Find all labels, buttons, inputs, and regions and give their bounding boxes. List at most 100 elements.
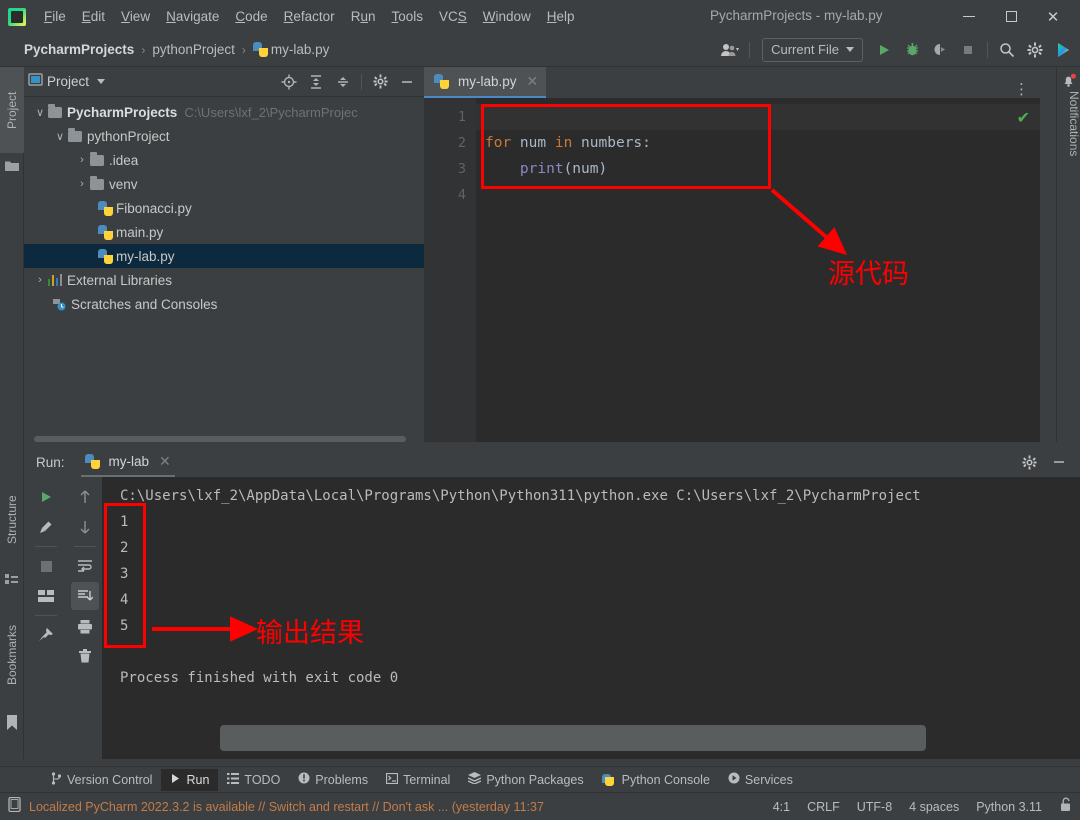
close-button[interactable]: ✕: [1032, 0, 1074, 33]
minimize-button[interactable]: [948, 0, 990, 33]
chevron-collapsed-icon[interactable]: ›: [32, 274, 48, 286]
close-icon[interactable]: ✕: [159, 453, 171, 470]
menu-vcs[interactable]: VCS: [431, 6, 475, 27]
collapse-all-icon[interactable]: [330, 69, 356, 95]
file-encoding[interactable]: UTF-8: [857, 800, 892, 814]
collaborate-icon[interactable]: [717, 37, 743, 63]
indent-setting[interactable]: 4 spaces: [909, 800, 959, 814]
tool-button-version-control[interactable]: Version Control: [42, 769, 161, 791]
settings-icon[interactable]: [1022, 37, 1048, 63]
code-text[interactable]: numbers = [1, 2, 3, 4, 5] for num in num…: [476, 98, 1040, 442]
chevron-collapsed-icon[interactable]: ›: [74, 178, 90, 190]
tool-button-todo[interactable]: TODO: [218, 769, 289, 791]
pin-icon[interactable]: [32, 621, 60, 649]
menu-edit[interactable]: Edit: [74, 6, 113, 27]
tree-row[interactable]: ∨ pythonProject: [24, 124, 424, 148]
tree-item-path: C:\Users\lxf_2\PycharmProjec: [184, 104, 358, 120]
tree-row[interactable]: › .idea: [24, 148, 424, 172]
tool-button-python-console[interactable]: Python Console: [593, 769, 719, 791]
sidebar-item-project[interactable]: Project: [0, 67, 24, 153]
breadcrumb-project[interactable]: PycharmProjects: [22, 42, 136, 57]
tree-row[interactable]: ∨ PycharmProjects C:\Users\lxf_2\Pycharm…: [24, 100, 424, 124]
code-editor[interactable]: 1 2 3 4 numbers = [1, 2, 3, 4, 5] for nu…: [424, 98, 1040, 442]
chevron-expanded-icon[interactable]: ∨: [52, 130, 68, 143]
stop-icon[interactable]: [32, 552, 60, 580]
tree-row[interactable]: › venv: [24, 172, 424, 196]
run-icon: [170, 773, 181, 787]
run-panel-label: Run:: [36, 454, 65, 470]
debug-icon[interactable]: [899, 37, 925, 63]
menu-run[interactable]: Run: [343, 6, 384, 27]
tool-button-terminal[interactable]: Terminal: [377, 769, 459, 791]
layout-icon[interactable]: [32, 582, 60, 610]
menu-refactor[interactable]: Refactor: [276, 6, 343, 27]
chevron-collapsed-icon[interactable]: ›: [74, 154, 90, 166]
editor-tab-my-lab[interactable]: my-lab.py ✕: [424, 67, 547, 98]
coverage-icon[interactable]: [927, 37, 953, 63]
python-interpreter[interactable]: Python 3.11: [976, 800, 1042, 814]
chevron-down-icon[interactable]: [97, 79, 106, 84]
breadcrumb-file[interactable]: my-lab.py: [251, 42, 332, 57]
run-configuration-selector[interactable]: Current File: [762, 37, 863, 62]
caret-position[interactable]: 4:1: [773, 800, 790, 814]
tool-button-python-packages[interactable]: Python Packages: [459, 769, 592, 791]
expand-all-icon[interactable]: [303, 69, 329, 95]
window-title: PycharmProjects - my-lab.py: [710, 8, 883, 23]
sidebar-item-bookmarks[interactable]: Bookmarks: [0, 601, 24, 709]
tree-row-selected[interactable]: my-lab.py: [24, 244, 424, 268]
clear-all-icon[interactable]: [71, 642, 99, 670]
unlocked-icon[interactable]: [1059, 797, 1072, 817]
tree-row[interactable]: Scratches and Consoles: [24, 292, 424, 316]
editor-horizontal-scrollbar[interactable]: [34, 436, 406, 442]
close-icon[interactable]: ✕: [527, 73, 539, 90]
tool-button-run[interactable]: Run: [161, 768, 219, 791]
tool-button-services[interactable]: Services: [719, 769, 802, 791]
tree-item-label: pythonProject: [87, 128, 170, 144]
rerun-icon[interactable]: [32, 483, 60, 511]
tree-row[interactable]: › External Libraries: [24, 268, 424, 292]
console-horizontal-scrollbar[interactable]: [220, 725, 926, 751]
tree-row[interactable]: main.py: [24, 220, 424, 244]
scroll-to-end-icon[interactable]: [71, 582, 99, 610]
console-output[interactable]: C:\Users\lxf_2\AppData\Local\Programs\Py…: [102, 477, 1080, 759]
soft-wrap-icon[interactable]: [71, 552, 99, 580]
menu-view[interactable]: View: [113, 6, 158, 27]
run-config-label: Current File: [771, 42, 839, 57]
run-icon[interactable]: [871, 37, 897, 63]
status-message[interactable]: Localized PyCharm 2022.3.2 is available …: [29, 800, 544, 814]
settings-icon[interactable]: [367, 69, 393, 95]
tree-row[interactable]: Fibonacci.py: [24, 196, 424, 220]
run-tab-my-lab[interactable]: my-lab ✕: [80, 447, 175, 477]
sidebar-item-structure[interactable]: Structure: [0, 472, 24, 567]
tool-button-problems[interactable]: Problems: [289, 769, 377, 791]
menu-code[interactable]: Code: [227, 6, 275, 27]
menu-navigate[interactable]: Navigate: [158, 6, 227, 27]
menu-tools[interactable]: Tools: [383, 6, 431, 27]
scroll-down-icon[interactable]: [71, 513, 99, 541]
hide-icon[interactable]: [1046, 449, 1072, 475]
ai-assistant-icon[interactable]: [1050, 37, 1076, 63]
settings-icon[interactable]: [1016, 449, 1042, 475]
select-opened-file-icon[interactable]: [276, 69, 302, 95]
maximize-button[interactable]: [990, 0, 1032, 33]
ide-update-icon[interactable]: [8, 796, 21, 817]
menu-file[interactable]: File: [36, 6, 74, 27]
breadcrumb-separator: ›: [241, 42, 246, 57]
rerun-failed-icon[interactable]: [32, 513, 60, 541]
menu-window[interactable]: Window: [475, 6, 539, 27]
stop-icon[interactable]: [955, 37, 981, 63]
hide-icon[interactable]: [394, 69, 420, 95]
chevron-expanded-icon[interactable]: ∨: [32, 106, 48, 119]
code-line-2: for num in numbers:: [485, 135, 651, 151]
bell-icon[interactable]: [1061, 73, 1077, 89]
line-separator[interactable]: CRLF: [807, 800, 840, 814]
breadcrumb-module[interactable]: pythonProject: [150, 42, 237, 57]
inspection-ok-icon[interactable]: ✔: [1017, 108, 1030, 128]
tool-button-label: Run: [186, 772, 210, 787]
menu-help[interactable]: Help: [539, 6, 583, 27]
search-everywhere-icon[interactable]: [994, 37, 1020, 63]
notifications-label[interactable]: Notifications: [1057, 91, 1080, 156]
editor-options-icon[interactable]: ⋮: [1014, 80, 1030, 98]
print-icon[interactable]: [71, 612, 99, 640]
scroll-up-icon[interactable]: [71, 483, 99, 511]
